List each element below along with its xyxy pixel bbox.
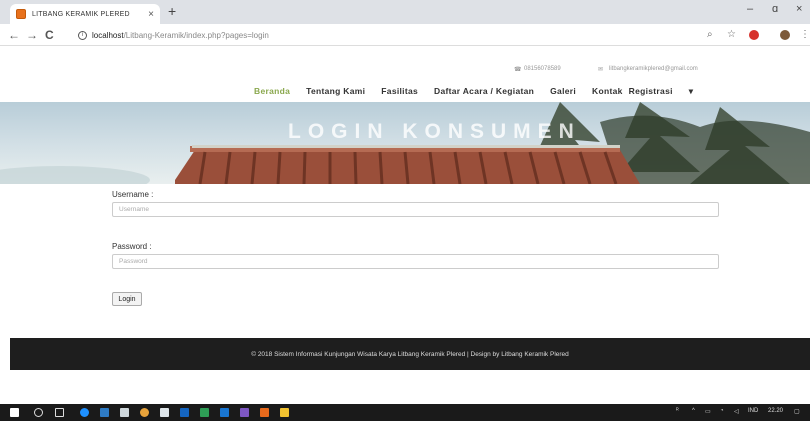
roof-tiles: [175, 145, 640, 184]
forward-button[interactable]: →: [26, 28, 38, 42]
nav-daftar-acara[interactable]: Daftar Acara / Kegiatan: [434, 86, 534, 97]
clock[interactable]: 22.20: [768, 408, 783, 414]
reload-button[interactable]: C: [45, 28, 54, 42]
search-icon[interactable]: [34, 408, 43, 417]
tab-close-icon[interactable]: ×: [148, 9, 154, 20]
network-icon[interactable]: ᴿ: [676, 408, 679, 414]
word-icon[interactable]: [180, 408, 189, 417]
nav-beranda[interactable]: Beranda: [254, 86, 290, 97]
opera-extension-icon[interactable]: [749, 30, 759, 40]
language-indicator[interactable]: IND: [748, 408, 758, 414]
bookmark-star-icon[interactable]: ☆: [727, 29, 736, 40]
login-button[interactable]: Login: [112, 292, 142, 306]
ie-browser-icon[interactable]: [80, 408, 89, 417]
address-bar: ← → C i localhost/Litbang-Keramik/index.…: [0, 24, 810, 46]
hero-title: LOGIN KONSUMEN: [288, 120, 581, 143]
nav-registrasi-label: Registrasi: [628, 86, 673, 96]
new-tab-button[interactable]: +: [168, 3, 176, 19]
windows-start-icon[interactable]: [10, 408, 19, 417]
username-input[interactable]: Username: [112, 202, 719, 217]
url-host: localhost: [92, 30, 124, 40]
password-label: Password :: [112, 242, 152, 251]
os-taskbar: ᴿ ^ ▭ ◔ ◁ IND 22.20 ▢: [0, 404, 810, 421]
minimize-button[interactable]: –: [747, 3, 753, 15]
xampp-icon[interactable]: [260, 408, 269, 417]
app-blue-icon[interactable]: [220, 408, 229, 417]
browser-tab-bar: LITBANG KERAMIK PLERED × + – ɑ ×: [0, 0, 810, 24]
profile-avatar[interactable]: [780, 30, 790, 40]
nav-galeri[interactable]: Galeri: [550, 86, 576, 97]
info-icon[interactable]: i: [78, 30, 87, 40]
folder-icon[interactable]: [280, 408, 289, 417]
dropdown-caret-icon: ▾: [688, 86, 694, 96]
wifi-icon[interactable]: ◔: [720, 408, 724, 414]
main-nav: Beranda Tentang Kami Fasilitas Daftar Ac…: [254, 86, 709, 97]
zoom-icon[interactable]: ⌕: [707, 29, 713, 40]
nav-fasilitas[interactable]: Fasilitas: [381, 86, 418, 97]
nav-tentang-kami[interactable]: Tentang Kami: [306, 86, 365, 97]
contact-email: litbangkeramikplered@gmail.com: [609, 66, 698, 72]
volume-icon[interactable]: ◁: [734, 408, 739, 415]
password-input[interactable]: Password: [112, 254, 719, 269]
username-label: Username :: [112, 190, 154, 199]
phone-icon: ☎: [514, 67, 522, 73]
app-purple-icon[interactable]: [240, 408, 249, 417]
task-view-icon[interactable]: [55, 408, 64, 417]
restore-button[interactable]: ɑ: [772, 3, 778, 15]
url-path: /Litbang-Keramik/index.php?pages=login: [123, 30, 269, 40]
chrome-icon[interactable]: [140, 408, 149, 417]
app-green-icon[interactable]: [200, 408, 209, 417]
battery-icon[interactable]: ▭: [705, 408, 711, 415]
notification-icon[interactable]: ▢: [794, 408, 800, 415]
footer-text: © 2018 Sistem Informasi Kunjungan Wisata…: [251, 350, 569, 358]
tab-title: LITBANG KERAMIK PLERED: [32, 10, 130, 18]
store-icon[interactable]: [120, 408, 129, 417]
close-window-button[interactable]: ×: [796, 3, 802, 15]
site-favicon-icon: [16, 9, 26, 19]
contact-phone: 08156078589: [524, 66, 561, 72]
file-explorer-icon[interactable]: [100, 408, 109, 417]
back-button[interactable]: ←: [8, 28, 20, 42]
browser-tab[interactable]: LITBANG KERAMIK PLERED ×: [10, 4, 160, 24]
url-input[interactable]: i localhost/Litbang-Keramik/index.php?pa…: [78, 27, 758, 43]
browser-menu-icon[interactable]: ⋮: [800, 29, 810, 40]
nav-kontak[interactable]: Kontak: [592, 86, 623, 97]
email-icon: ✉: [598, 67, 604, 73]
hero-banner: LOGIN KONSUMEN: [0, 102, 810, 184]
nav-registrasi[interactable]: Registrasi ▾: [629, 86, 710, 97]
tray-up-icon[interactable]: ^: [692, 408, 695, 414]
mail-icon[interactable]: [160, 408, 169, 417]
site-footer: © 2018 Sistem Informasi Kunjungan Wisata…: [10, 338, 810, 370]
